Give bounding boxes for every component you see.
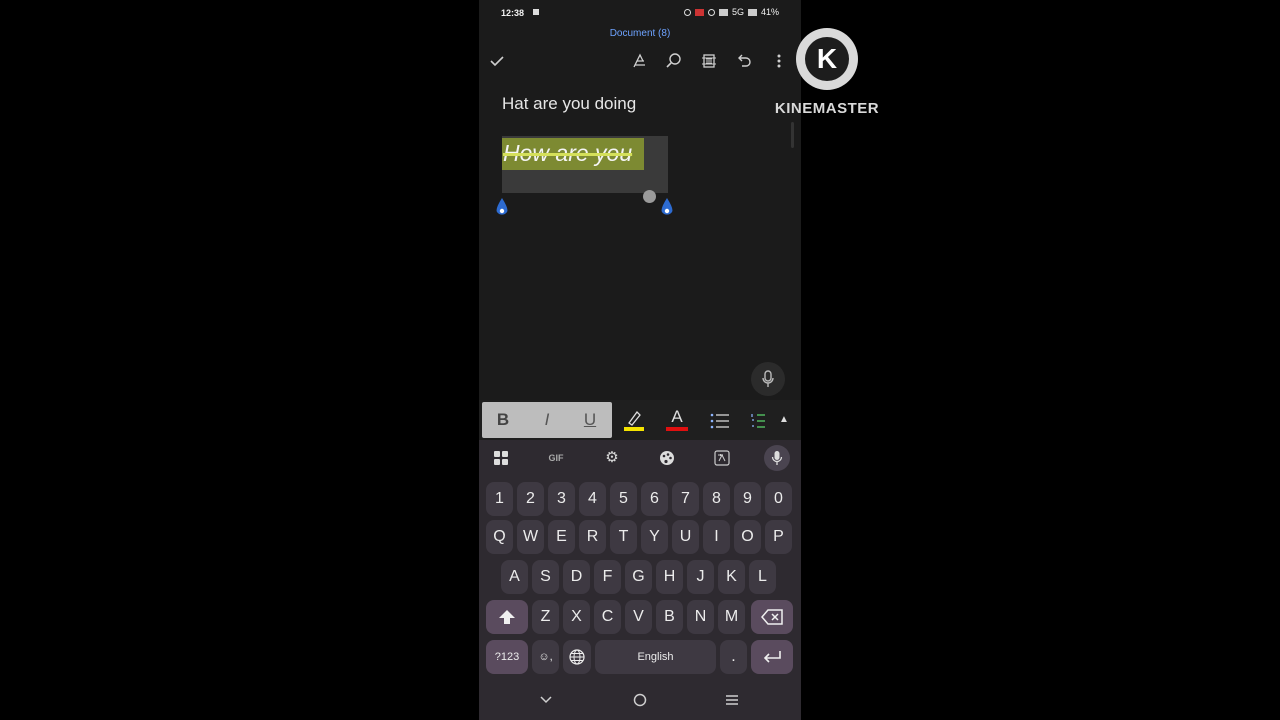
number-key-1[interactable]: 1 bbox=[486, 482, 513, 516]
page-layout-icon[interactable] bbox=[699, 52, 719, 72]
letter-key-v[interactable]: V bbox=[625, 600, 652, 634]
media-icon bbox=[533, 9, 539, 15]
number-key-3[interactable]: 3 bbox=[548, 482, 575, 516]
font-color-button[interactable]: A bbox=[666, 408, 688, 432]
letter-key-n[interactable]: N bbox=[687, 600, 714, 634]
document-line-1[interactable]: Hat are you doing bbox=[502, 94, 636, 114]
number-key-0[interactable]: 0 bbox=[765, 482, 792, 516]
dnd-icon bbox=[707, 8, 715, 16]
highlighter-button[interactable] bbox=[623, 408, 645, 432]
number-key-2[interactable]: 2 bbox=[517, 482, 544, 516]
shift-key[interactable] bbox=[486, 600, 528, 634]
emoji-key[interactable]: ☺, bbox=[532, 640, 559, 674]
highlight-color-swatch bbox=[624, 427, 644, 431]
letter-key-k[interactable]: K bbox=[718, 560, 745, 594]
kinemaster-watermark-text: KINEMASTER bbox=[774, 100, 880, 117]
globe-language-icon[interactable] bbox=[563, 640, 591, 674]
letter-key-a[interactable]: A bbox=[501, 560, 528, 594]
number-key-7[interactable]: 7 bbox=[672, 482, 699, 516]
translate-icon[interactable] bbox=[708, 446, 736, 470]
enter-key[interactable] bbox=[751, 640, 793, 674]
space-key[interactable]: English bbox=[595, 640, 716, 674]
font-color-letter: A bbox=[671, 407, 683, 426]
letter-key-t[interactable]: T bbox=[610, 520, 637, 554]
format-bar: B I U A ▲ bbox=[479, 400, 801, 440]
selection-handle-end[interactable] bbox=[660, 198, 674, 218]
number-key-9[interactable]: 9 bbox=[734, 482, 761, 516]
letter-key-w[interactable]: W bbox=[517, 520, 544, 554]
wifi-icon bbox=[718, 8, 728, 16]
gif-button[interactable]: GIF bbox=[542, 446, 570, 470]
letter-key-j[interactable]: J bbox=[687, 560, 714, 594]
keyboard: GIF ⚙ 1234567890 QWERTYUIOP ASDFGHJKL ZX… bbox=[479, 440, 801, 680]
letter-key-f[interactable]: F bbox=[594, 560, 621, 594]
battery-level: 41% bbox=[760, 7, 779, 17]
signal-icon bbox=[747, 8, 757, 16]
check-icon[interactable] bbox=[487, 52, 507, 72]
recent-apps-icon[interactable] bbox=[720, 690, 744, 710]
dictate-mic-icon[interactable] bbox=[751, 362, 785, 396]
letter-key-o[interactable]: O bbox=[734, 520, 761, 554]
scrollbar[interactable] bbox=[791, 122, 794, 148]
resize-knob[interactable] bbox=[643, 190, 656, 203]
letter-key-u[interactable]: U bbox=[672, 520, 699, 554]
expand-toolbar-icon[interactable]: ▲ bbox=[777, 408, 791, 432]
letter-key-y[interactable]: Y bbox=[641, 520, 668, 554]
settings-gear-icon[interactable]: ⚙ bbox=[598, 446, 626, 470]
letter-key-l[interactable]: L bbox=[749, 560, 776, 594]
cast-icon bbox=[694, 8, 704, 16]
letter-key-s[interactable]: S bbox=[532, 560, 559, 594]
document-body[interactable]: Hat are you doing How are you bbox=[479, 82, 801, 398]
letter-key-h[interactable]: H bbox=[656, 560, 683, 594]
network-type: 5G bbox=[731, 7, 744, 17]
undo-icon[interactable] bbox=[734, 52, 754, 72]
backspace-key[interactable] bbox=[751, 600, 793, 634]
voice-input-mic-icon[interactable] bbox=[764, 445, 790, 471]
letter-key-i[interactable]: I bbox=[703, 520, 730, 554]
symbols-key[interactable]: ?123 bbox=[486, 640, 528, 674]
document-line-2-selected[interactable]: How are you bbox=[503, 140, 632, 167]
numbered-list-icon[interactable] bbox=[750, 408, 766, 432]
number-key-4[interactable]: 4 bbox=[579, 482, 606, 516]
number-key-5[interactable]: 5 bbox=[610, 482, 637, 516]
letter-key-r[interactable]: R bbox=[579, 520, 606, 554]
letter-key-q[interactable]: Q bbox=[486, 520, 513, 554]
status-icons: 5G 41% bbox=[683, 7, 779, 17]
letter-key-c[interactable]: C bbox=[594, 600, 621, 634]
system-nav-bar bbox=[479, 680, 801, 720]
kinemaster-logo-letter: K bbox=[805, 37, 849, 81]
italic-button[interactable]: I bbox=[537, 408, 557, 432]
selection-handle-start[interactable] bbox=[495, 198, 509, 218]
more-vertical-icon[interactable] bbox=[769, 52, 789, 72]
letter-key-p[interactable]: P bbox=[765, 520, 792, 554]
alarm-icon bbox=[683, 8, 691, 16]
letter-key-z[interactable]: Z bbox=[532, 600, 559, 634]
letter-key-x[interactable]: X bbox=[563, 600, 590, 634]
bold-button[interactable]: B bbox=[493, 408, 513, 432]
theme-palette-icon[interactable] bbox=[653, 446, 681, 470]
kinemaster-logo: K bbox=[796, 28, 858, 90]
underline-button[interactable]: U bbox=[580, 408, 600, 432]
document-title[interactable]: Document (8) bbox=[479, 28, 801, 39]
top-toolbar bbox=[479, 46, 801, 78]
status-bar: 12:38 5G 41% bbox=[479, 0, 801, 26]
status-time: 12:38 bbox=[501, 8, 525, 18]
home-circle-icon[interactable] bbox=[628, 690, 652, 710]
number-key-6[interactable]: 6 bbox=[641, 482, 668, 516]
letter-key-m[interactable]: M bbox=[718, 600, 745, 634]
bullet-list-icon[interactable] bbox=[709, 408, 731, 432]
phone-screen: 12:38 5G 41% Document (8) Hat are you do… bbox=[479, 0, 801, 720]
chevron-down-icon[interactable] bbox=[534, 690, 558, 710]
apps-grid-icon[interactable] bbox=[487, 446, 515, 470]
number-key-8[interactable]: 8 bbox=[703, 482, 730, 516]
period-key[interactable]: . bbox=[720, 640, 747, 674]
letter-key-e[interactable]: E bbox=[548, 520, 575, 554]
search-icon[interactable] bbox=[664, 52, 684, 72]
font-color-swatch bbox=[666, 427, 688, 431]
pen-icon[interactable] bbox=[630, 52, 650, 72]
letter-key-d[interactable]: D bbox=[563, 560, 590, 594]
letter-key-b[interactable]: B bbox=[656, 600, 683, 634]
letter-key-g[interactable]: G bbox=[625, 560, 652, 594]
